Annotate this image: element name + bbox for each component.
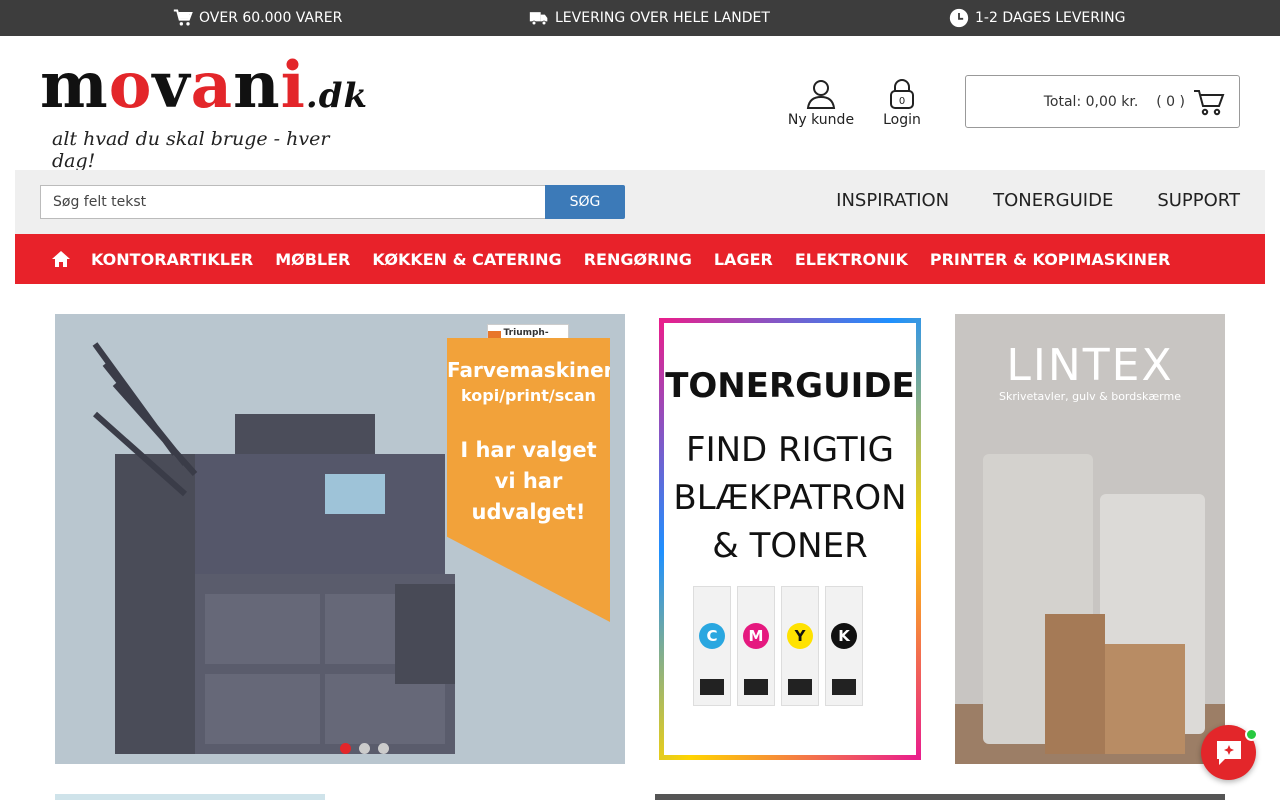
topbar-item-products: OVER 60.000 VARER [173,8,342,28]
site-logo[interactable]: movani.dk alt hvad du skal bruge - hver … [40,48,369,173]
printer-image [92,342,455,754]
nav-support[interactable]: SUPPORT [1157,190,1240,211]
lintex-subtitle: Skrivetavler, gulv & bordskærme [999,390,1181,403]
logo-wordmark: movani.dk [40,48,369,123]
shopping-cart-icon [1194,89,1225,115]
secondary-nav: INSPIRATION TONERGUIDE SUPPORT [836,190,1240,211]
cartridge-black: K [825,586,863,706]
topbar-speed-text: 1-2 DAGES LEVERING [975,10,1126,26]
search-input[interactable] [40,185,545,219]
cart-count: ( 0 ) [1156,93,1185,110]
lock-icon: 0 [890,79,914,109]
carousel-dot-1[interactable] [340,743,351,754]
login-label: Login [883,112,921,128]
tonerguide-banner[interactable]: TONERGUIDE FIND RIGTIG BLÆKPATRON & TONE… [655,314,925,764]
topbar-delivery-text: LEVERING OVER HELE LANDET [555,10,770,26]
category-kokken-catering[interactable]: KØKKEN & CATERING [372,250,561,269]
cart-icon [173,9,193,26]
cartridge-yellow: Y [781,586,819,706]
top-info-bar: OVER 60.000 VARER LEVERING OVER HELE LAN… [0,0,1280,36]
cart-summary-button[interactable]: Total: 0,00 kr. ( 0 ) [965,75,1240,128]
lintex-banner[interactable]: LINTEX Skrivetavler, gulv & bordskærme [955,314,1225,764]
table-image-2 [1105,644,1185,754]
logo-tagline: alt hvad du skal bruge - hver dag! [52,128,330,172]
site-header: movani.dk alt hvad du skal bruge - hver … [0,36,1280,173]
next-banner-peek-2 [655,794,1225,800]
next-banner-peek [55,794,325,800]
category-nav: KONTORARTIKLER MØBLER KØKKEN & CATERING … [15,234,1265,284]
category-rengoring[interactable]: RENGØRING [584,250,692,269]
category-kontorartikler[interactable]: KONTORARTIKLER [91,250,253,269]
ink-cartridges: C M Y K [693,586,863,706]
category-mobler[interactable]: MØBLER [275,250,350,269]
home-icon[interactable] [51,250,71,268]
user-icon [806,80,836,109]
lintex-logo: LINTEX [1006,340,1174,391]
online-status-dot [1245,728,1258,741]
login-button[interactable]: 0 Login [879,78,925,128]
topbar-item-delivery: LEVERING OVER HELE LANDET [529,8,770,28]
category-lager[interactable]: LAGER [714,250,773,269]
tonerguide-subtitle: FIND RIGTIG BLÆKPATRON & TONER [673,430,907,566]
search-button[interactable]: SØG [545,185,625,219]
hero-carousel[interactable]: Triumph-Adler Farvemaskiner kopi/print/s… [55,314,625,764]
clock-icon [949,8,969,28]
category-elektronik[interactable]: ELEKTRONIK [795,250,908,269]
tonerguide-title: TONERGUIDE [665,366,915,406]
cartridge-cyan: C [693,586,731,706]
topbar-products-text: OVER 60.000 VARER [199,10,343,26]
svg-text:0: 0 [899,96,905,107]
new-customer-button[interactable]: Ny kunde [786,78,856,128]
table-image [1045,614,1105,754]
truck-icon [529,12,548,26]
carousel-dot-3[interactable] [378,743,389,754]
topbar-item-speed: 1-2 DAGES LEVERING [949,8,1125,28]
category-printer-kopimaskiner[interactable]: PRINTER & KOPIMASKINER [930,250,1170,269]
nav-tonerguide[interactable]: TONERGUIDE [993,190,1113,211]
new-customer-label: Ny kunde [787,112,855,128]
carousel-dot-2[interactable] [359,743,370,754]
search-bar: SØG INSPIRATION TONERGUIDE SUPPORT [15,170,1265,234]
carousel-dots [340,743,389,754]
nav-inspiration[interactable]: INSPIRATION [836,190,949,211]
cart-total: Total: 0,00 kr. [1043,93,1139,110]
cartridge-magenta: M [737,586,775,706]
chat-icon [1216,740,1241,765]
